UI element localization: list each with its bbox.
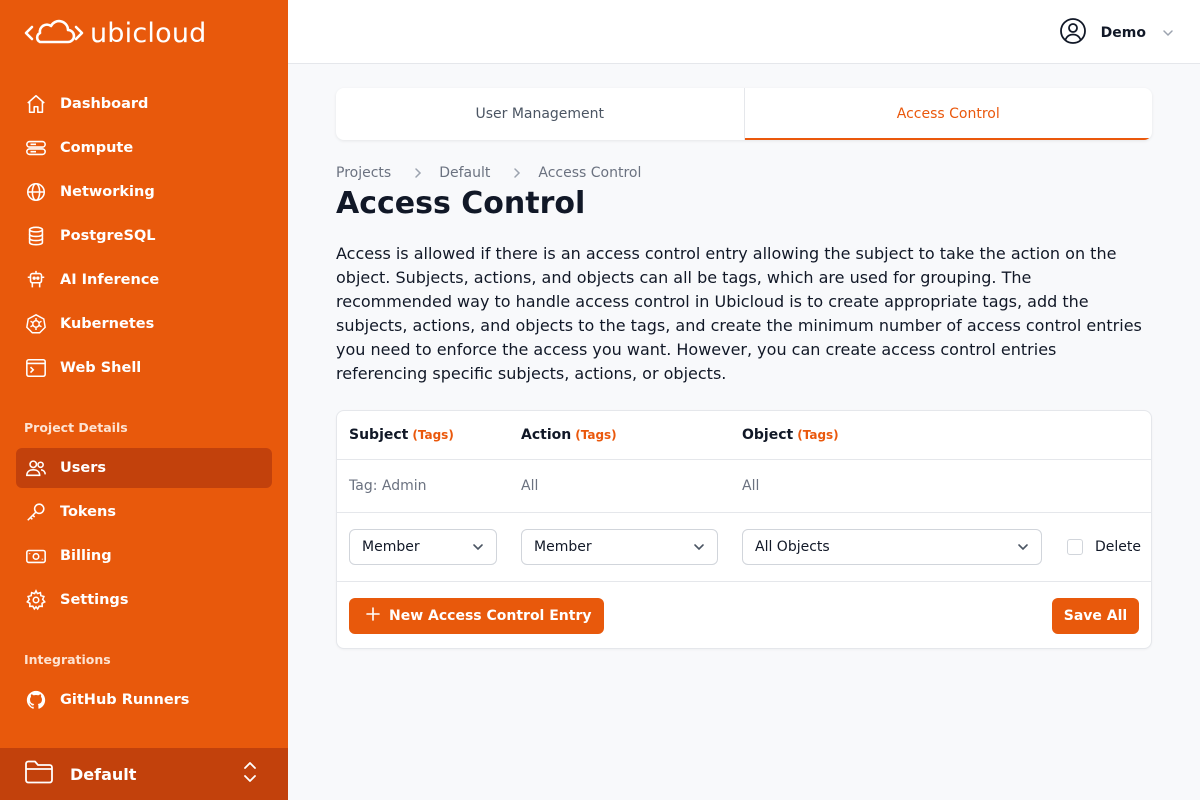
section-title-project-details: Project Details [24,420,128,435]
page-description: Access is allowed if there is an access … [336,244,1142,383]
sidebar-item-label: Kubernetes [60,316,155,332]
chevron-down-icon [1162,24,1174,43]
sidebar-item-label: Web Shell [60,360,142,376]
object-cell: All [742,478,760,494]
sidebar-item-label: Tokens [60,504,116,520]
column-header-label: Subject [349,427,409,443]
new-access-control-entry-button[interactable]: New Access Control Entry [349,598,604,634]
integrations-nav: GitHub Runners [16,680,272,724]
access-control-table: Subject (Tags) Action (Tags) Object (Tags) … [336,410,1152,649]
tags-link[interactable]: (Tags) [797,428,838,442]
tab-access-control[interactable]: Access Control [743,88,1153,140]
key-icon [24,500,48,524]
logo-text: ubicloud [90,17,207,49]
server-icon [24,136,48,160]
sidebar-item-label: Dashboard [60,96,149,112]
save-all-button[interactable]: Save All [1052,598,1139,634]
billing-icon [24,544,48,568]
delete-checkbox[interactable] [1067,539,1083,555]
subject-select[interactable]: Member [349,529,497,565]
action-cell: All [521,478,539,494]
sidebar-item-dashboard[interactable]: Dashboard [16,84,272,124]
project-nav: Users Tokens Billing Settings [16,448,272,624]
breadcrumb: Projects Default Access Control [336,165,641,181]
chevron-down-icon [472,541,484,557]
tags-link[interactable]: (Tags) [575,428,616,442]
chevron-right-icon [413,167,423,179]
tags-link[interactable]: (Tags) [412,428,453,442]
sidebar-item-settings[interactable]: Settings [16,580,272,620]
home-icon [24,92,48,116]
section-title-integrations: Integrations [24,652,111,667]
project-switcher-label: Default [70,764,137,784]
ubicloud-logo[interactable]: ubicloud [24,16,206,50]
sidebar-item-web-shell[interactable]: Web Shell [16,348,272,388]
delete-label: Delete [1095,539,1141,555]
sidebar-item-compute[interactable]: Compute [16,128,272,168]
object-select[interactable]: All Objects [742,529,1042,565]
action-select[interactable]: Member [521,529,718,565]
sidebar-item-postgresql[interactable]: PostgreSQL [16,216,272,256]
sidebar-item-label: Users [60,460,107,476]
column-header-object: Object (Tags) [742,427,839,443]
sidebar-item-billing[interactable]: Billing [16,536,272,576]
chevron-down-icon [693,541,705,557]
table-row-editable: Member Member All Objects Delete [337,513,1151,582]
sidebar-item-kubernetes[interactable]: Kubernetes [16,304,272,344]
chevron-right-icon [512,167,522,179]
breadcrumb-access-control[interactable]: Access Control [538,165,641,181]
sidebar-item-label: Settings [60,592,129,608]
plus-icon [365,606,381,626]
table-row: Tag: Admin All All [337,460,1151,513]
cloud-logo-icon [24,19,84,44]
sidebar-item-networking[interactable]: Networking [16,172,272,212]
kubernetes-icon [24,312,48,336]
table-header: Subject (Tags) Action (Tags) Object (Tags) [337,411,1151,460]
main-nav: Dashboard Compute Networking PostgreSQL … [16,84,272,392]
breadcrumb-default[interactable]: Default [439,165,490,181]
sidebar-item-github-runners[interactable]: GitHub Runners [16,680,272,720]
sidebar-item-tokens[interactable]: Tokens [16,492,272,532]
sidebar-item-label: Compute [60,140,134,156]
column-header-subject: Subject (Tags) [349,427,454,443]
sidebar-item-label: GitHub Runners [60,692,190,708]
column-header-action: Action (Tags) [521,427,617,443]
delete-checkbox-wrap[interactable]: Delete [1067,539,1141,555]
page-title: Access Control [336,186,586,221]
users-icon [24,456,48,480]
project-switcher[interactable]: Default [0,748,288,800]
action-select-value: Member [534,539,592,555]
sidebar-item-ai-inference[interactable]: AI Inference [16,260,272,300]
new-entry-label: New Access Control Entry [389,608,592,624]
column-header-label: Action [521,427,572,443]
globe-icon [24,180,48,204]
tabs: User Management Access Control [336,88,1152,140]
sidebar-item-label: Networking [60,184,155,200]
breadcrumb-projects[interactable]: Projects [336,165,391,181]
sidebar-item-users[interactable]: Users [16,448,272,488]
tab-user-management[interactable]: User Management [336,88,744,140]
database-icon [24,224,48,248]
chevron-up-down-icon [242,760,258,788]
sidebar: ubicloud Dashboard Compute Networking Po… [0,0,288,800]
chevron-down-icon [1017,541,1029,557]
gear-icon [24,588,48,612]
folder-icon [24,759,54,789]
subject-cell: Tag: Admin [349,478,427,494]
sidebar-item-label: PostgreSQL [60,228,156,244]
object-select-value: All Objects [755,539,830,555]
user-name: Demo [1100,25,1146,41]
github-icon [24,688,48,712]
sidebar-item-label: AI Inference [60,272,160,288]
top-header: Demo [288,0,1200,64]
robot-icon [24,268,48,292]
user-avatar-icon [1059,17,1087,49]
column-header-label: Object [742,427,794,443]
user-menu[interactable]: Demo [1059,17,1174,49]
terminal-icon [24,356,48,380]
sidebar-item-label: Billing [60,548,112,564]
subject-select-value: Member [362,539,420,555]
